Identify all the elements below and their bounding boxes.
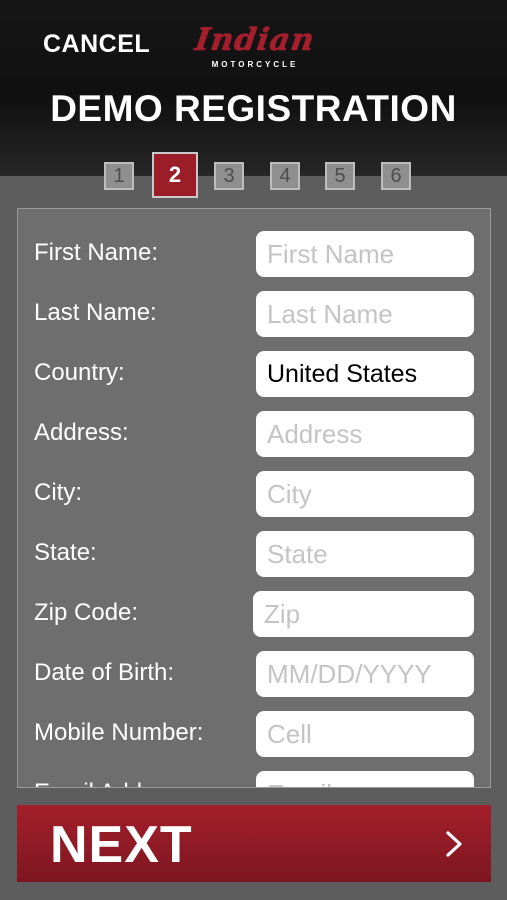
form-row-last-name: Last Name: [18, 291, 490, 339]
date-of-birth-label: Date of Birth: [34, 659, 175, 686]
form-row-zip: Zip Code: [18, 591, 490, 639]
email-address-input[interactable] [256, 771, 474, 787]
country-label: Country: [34, 359, 125, 386]
last-name-input[interactable] [256, 291, 474, 337]
logo-subtext: MOTORCYCLE [211, 60, 299, 69]
mobile-number-label: Mobile Number: [34, 719, 204, 746]
step-indicator: 1 2 3 4 5 6 [0, 152, 507, 200]
step-4[interactable]: 4 [270, 162, 300, 190]
address-label: Address: [34, 419, 129, 446]
form-row-mobile: Mobile Number: [18, 711, 490, 759]
step-6[interactable]: 6 [381, 162, 411, 190]
zip-code-label: Zip Code: [34, 599, 139, 626]
state-input[interactable] [256, 531, 474, 577]
app-header: CANCEL Indian MOTORCYCLE DEMO REGISTRATI… [0, 0, 507, 176]
zip-code-input[interactable] [253, 591, 474, 637]
registration-form: First Name: Last Name: Country: Address:… [17, 208, 491, 788]
country-input[interactable] [256, 351, 474, 397]
last-name-label: Last Name: [34, 299, 157, 326]
indian-motorcycle-logo: Indian MOTORCYCLE [190, 22, 320, 74]
email-address-label: Email Address: [34, 779, 194, 787]
page-title: DEMO REGISTRATION [50, 88, 457, 129]
city-input[interactable] [256, 471, 474, 517]
step-5[interactable]: 5 [325, 162, 355, 190]
form-row-first-name: First Name: [18, 231, 490, 279]
city-label: City: [34, 479, 82, 506]
address-input[interactable] [256, 411, 474, 457]
logo-script-text: Indian [192, 22, 318, 58]
next-button-label: NEXT [50, 816, 193, 874]
first-name-input[interactable] [256, 231, 474, 277]
step-3[interactable]: 3 [214, 162, 244, 190]
chevron-right-icon [446, 831, 462, 857]
form-row-state: State: [18, 531, 490, 579]
form-row-email: Email Address: [18, 771, 490, 787]
state-label: State: [34, 539, 97, 566]
form-row-address: Address: [18, 411, 490, 459]
first-name-label: First Name: [34, 239, 159, 266]
form-row-country: Country: [18, 351, 490, 399]
step-2-active[interactable]: 2 [152, 152, 198, 198]
step-1[interactable]: 1 [104, 162, 134, 190]
form-row-city: City: [18, 471, 490, 519]
cancel-button[interactable]: CANCEL [43, 30, 150, 59]
next-button[interactable]: NEXT [17, 805, 491, 882]
date-of-birth-input[interactable] [256, 651, 474, 697]
form-row-dob: Date of Birth: [18, 651, 490, 699]
mobile-number-input[interactable] [256, 711, 474, 757]
